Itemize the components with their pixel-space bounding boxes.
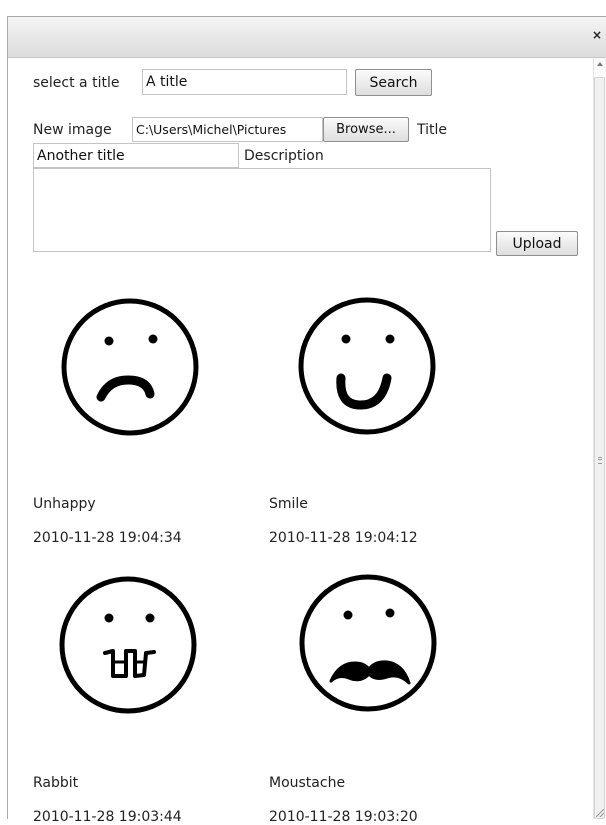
gallery-item[interactable]: Smile 2010-11-28 19:04:12 xyxy=(269,282,469,546)
moustache-face-image[interactable] xyxy=(269,561,449,741)
gallery-item[interactable]: Moustache 2010-11-28 19:03:20 xyxy=(269,561,469,825)
new-image-label: New image xyxy=(33,122,112,138)
close-icon[interactable]: × xyxy=(591,28,603,42)
item-date: 2010-11-28 19:04:34 xyxy=(33,530,182,546)
search-input[interactable] xyxy=(142,69,347,95)
item-date: 2010-11-28 19:03:20 xyxy=(269,809,418,825)
rabbit-face-image[interactable] xyxy=(33,561,213,741)
search-label: select a title xyxy=(33,75,120,91)
item-date: 2010-11-28 19:04:12 xyxy=(269,530,418,546)
resize-grip-icon[interactable] xyxy=(596,809,604,817)
scroll-up-arrow-icon[interactable] xyxy=(597,62,603,66)
item-title: Moustache xyxy=(269,775,346,791)
gallery-item[interactable]: Rabbit 2010-11-28 19:03:44 xyxy=(33,561,233,825)
title-label: Title xyxy=(417,122,448,138)
item-title: Rabbit xyxy=(33,775,79,791)
gallery-item[interactable]: Unhappy 2010-11-28 19:04:34 xyxy=(33,282,233,546)
upload-button[interactable]: Upload xyxy=(496,231,578,256)
item-title: Unhappy xyxy=(33,496,96,512)
description-textarea[interactable] xyxy=(33,168,491,252)
dialog-window: × select a title Search New image Browse… xyxy=(7,16,606,825)
dialog-titlebar[interactable]: × xyxy=(8,17,606,58)
item-date: 2010-11-28 19:03:44 xyxy=(33,809,182,825)
title-input[interactable] xyxy=(33,143,239,168)
item-title: Smile xyxy=(269,496,308,512)
frown-face-image[interactable] xyxy=(33,282,213,462)
scrollbar-grip-icon xyxy=(598,457,602,464)
search-button[interactable]: Search xyxy=(355,69,432,96)
smile-face-image[interactable] xyxy=(269,282,449,462)
scrollbar-thumb[interactable] xyxy=(594,77,605,819)
file-path-input[interactable] xyxy=(132,117,323,142)
description-label: Description xyxy=(244,148,324,164)
browse-button[interactable]: Browse... xyxy=(323,117,409,142)
